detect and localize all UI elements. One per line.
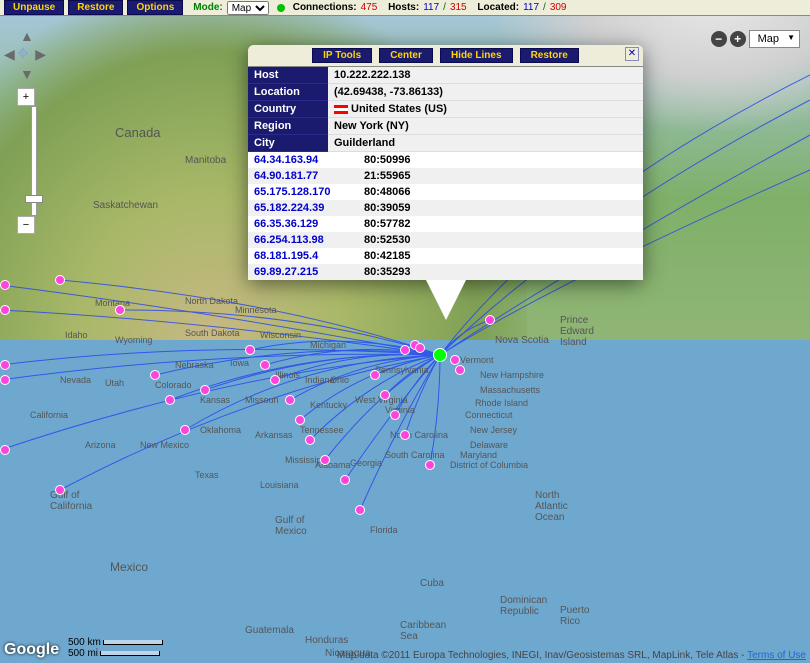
center-button[interactable]: Center [379,48,433,63]
port-cell: 80:42185 [358,248,643,264]
host-value: 10.222.222.138 [328,67,643,84]
ip-row[interactable]: 66.35.36.12980:57782 [248,216,643,232]
zoom-out-button[interactable]: − [17,216,35,234]
host-details-table: Host10.222.222.138 Location(42.69438, -7… [248,67,643,152]
located-value-b: 309 [550,2,567,13]
hosts-label: Hosts: [388,2,419,13]
zoom-in-button[interactable]: + [17,88,35,106]
ip-row[interactable]: 66.254.113.9880:52530 [248,232,643,248]
map-nav-controls: ▲ ▼ ▶ ◀ ✥ + − [0,30,50,234]
scale-bar: 500 km 500 mi [68,637,163,659]
restore-button[interactable]: Restore [68,0,123,15]
city-key: City [248,135,328,152]
plus-circle-icon[interactable]: + [730,31,746,47]
ip-cell: 64.90.181.77 [248,168,358,184]
region-key: Region [248,118,328,135]
location-key: Location [248,84,328,101]
port-cell: 80:39059 [358,200,643,216]
mode-label: Mode: [193,2,222,13]
port-cell: 80:50996 [358,152,643,168]
pan-west-icon[interactable]: ◀ [4,46,15,63]
country-value: United States (US) [328,101,643,118]
us-flag-icon [334,105,348,114]
location-value: (42.69438, -73.86133) [328,84,643,101]
options-button[interactable]: Options [127,0,183,15]
ip-row[interactable]: 64.34.163.9480:50996 [248,152,643,168]
hosts-value-b: 315 [450,2,467,13]
port-cell: 80:48066 [358,184,643,200]
port-cell: 80:57782 [358,216,643,232]
ip-cell: 65.175.128.170 [248,184,358,200]
status-indicator-icon [277,4,285,12]
info-header: IP Tools Center Hide Lines Restore [248,45,643,67]
hidelines-button[interactable]: Hide Lines [440,48,513,63]
port-cell: 21:55965 [358,168,643,184]
right-controls: − + Map [711,30,800,48]
port-cell: 80:52530 [358,232,643,248]
ip-list[interactable]: 64.34.163.9480:5099664.90.181.7721:55965… [248,152,643,280]
hosts-value-a: 117 [423,2,439,13]
pan-control: ▲ ▼ ▶ ◀ ✥ [0,30,50,80]
ip-row[interactable]: 65.182.224.3980:39059 [248,200,643,216]
city-value: Guilderland [328,135,643,152]
pan-center-icon[interactable]: ✥ [17,45,29,62]
ip-cell: 66.254.113.98 [248,232,358,248]
connections-value: 475 [361,2,378,13]
map-type-select[interactable]: Map [749,30,800,48]
ip-cell: 68.181.195.4 [248,248,358,264]
ip-row[interactable]: 64.90.181.7721:55965 [248,168,643,184]
pan-south-icon[interactable]: ▼ [20,66,34,82]
ip-cell: 66.35.36.129 [248,216,358,232]
located-label: Located: [477,2,519,13]
terms-link[interactable]: Terms of Use [747,650,806,661]
ip-cell: 65.182.224.39 [248,200,358,216]
attribution: Map data ©2011 Europa Technologies, INEG… [337,650,806,661]
region-value: New York (NY) [328,118,643,135]
country-key: Country [248,101,328,118]
pan-east-icon[interactable]: ▶ [35,46,46,63]
close-icon[interactable]: ✕ [625,47,639,61]
minus-circle-icon[interactable]: − [711,31,727,47]
pan-north-icon[interactable]: ▲ [20,28,34,44]
info-restore-button[interactable]: Restore [520,48,579,63]
zoom-thumb[interactable] [25,195,43,203]
ip-row[interactable]: 68.181.195.480:42185 [248,248,643,264]
unpause-button[interactable]: Unpause [4,0,64,15]
zoom-slider[interactable] [31,106,37,216]
info-window: ✕ IP Tools Center Hide Lines Restore Hos… [248,45,643,280]
connections-label: Connections: [293,2,357,13]
google-logo: Google [4,641,59,659]
located-value-a: 117 [523,2,539,13]
host-key: Host [248,67,328,84]
ip-row[interactable]: 65.175.128.17080:48066 [248,184,643,200]
ip-cell: 64.34.163.94 [248,152,358,168]
port-cell: 80:35293 [358,264,643,280]
toolbar: Unpause Restore Options Mode: Map Connec… [0,0,810,16]
mode-select[interactable]: Map [227,1,269,15]
ip-cell: 69.89.27.215 [248,264,358,280]
ip-row[interactable]: 69.89.27.21580:35293 [248,264,643,280]
iptools-button[interactable]: IP Tools [312,48,372,63]
